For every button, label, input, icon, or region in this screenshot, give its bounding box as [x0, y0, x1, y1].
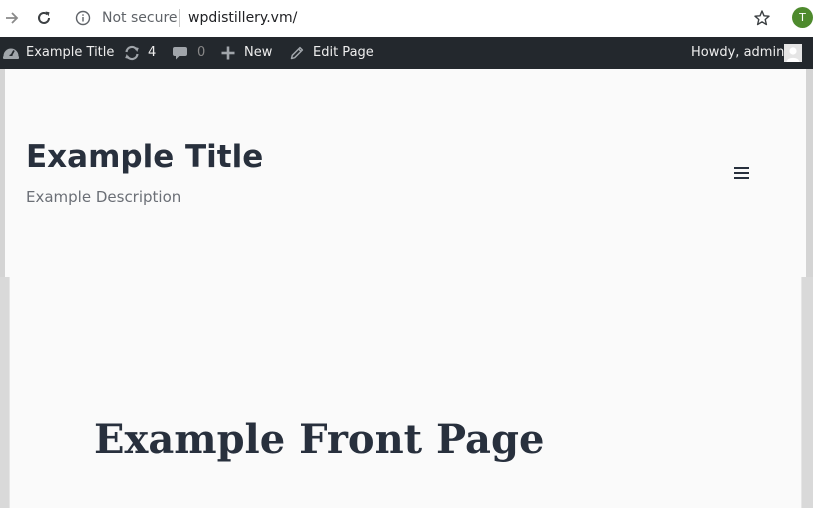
- page-edge-right: [802, 277, 813, 508]
- adminbar-site-label: Example Title: [26, 45, 115, 60]
- updates-icon: [125, 45, 139, 61]
- pencil-icon: [290, 46, 304, 60]
- forward-arrow-icon[interactable]: [0, 6, 24, 30]
- howdy-label: Howdy, admin: [691, 45, 785, 60]
- site-title[interactable]: Example Title: [26, 137, 263, 177]
- content-bottom: [25, 494, 775, 508]
- admin-bar: Example Title 4 0 New Edit Page Howdy, a: [0, 37, 813, 69]
- comments-count: 0: [197, 45, 206, 60]
- adminbar-new-content[interactable]: New: [221, 37, 272, 69]
- menu-bar: [733, 167, 749, 169]
- adminbar-account[interactable]: Howdy, admin: [691, 37, 784, 69]
- page-edge-left: [0, 277, 9, 508]
- updates-count: 4: [148, 45, 157, 60]
- plus-icon: [221, 46, 235, 60]
- site-description: Example Description: [26, 188, 182, 206]
- wp-dashboard-icon[interactable]: [2, 37, 20, 69]
- security-label[interactable]: Not secure: [102, 9, 178, 27]
- bookmark-star-icon[interactable]: [751, 7, 773, 29]
- content-area: [9, 277, 802, 508]
- page-title: Example Front Page: [94, 416, 545, 463]
- adminbar-edit-page[interactable]: Edit Page: [289, 37, 374, 69]
- address-bar-url[interactable]: wpdistillery.vm/: [188, 9, 297, 27]
- reload-icon[interactable]: [32, 6, 56, 30]
- adminbar-comments[interactable]: 0: [172, 37, 205, 69]
- adminbar-updates[interactable]: 4: [123, 37, 156, 69]
- comment-icon: [173, 47, 187, 60]
- menu-hamburger-icon[interactable]: [731, 164, 751, 182]
- browser-toolbar: Not secure wpdistillery.vm/ T: [0, 0, 813, 37]
- info-icon[interactable]: [73, 8, 93, 28]
- user-avatar-icon[interactable]: [784, 44, 802, 62]
- url-separator: [179, 9, 180, 27]
- new-label: New: [244, 45, 273, 60]
- profile-avatar[interactable]: T: [792, 7, 813, 28]
- adminbar-site-name[interactable]: Example Title: [26, 37, 114, 69]
- edit-page-label: Edit Page: [313, 45, 374, 60]
- menu-bar: [733, 172, 749, 174]
- menu-bar: [733, 177, 749, 179]
